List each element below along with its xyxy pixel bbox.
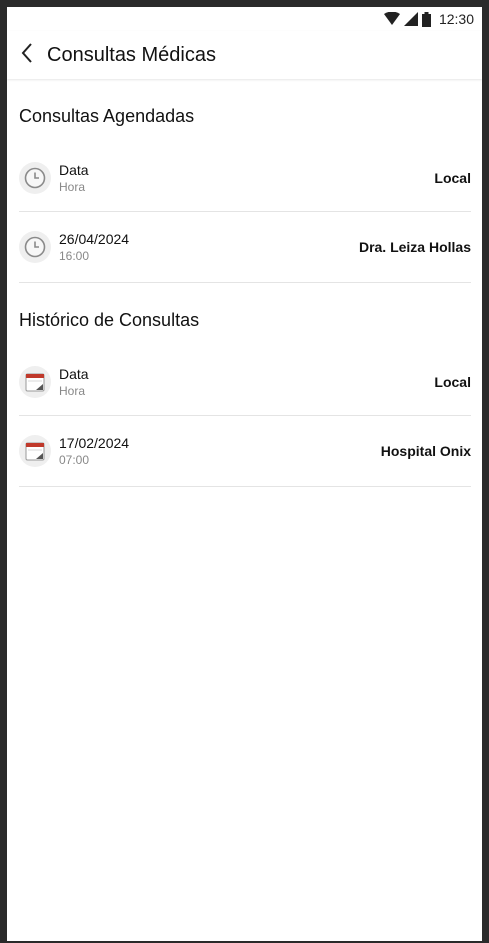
page-title: Consultas Médicas <box>47 43 216 66</box>
wifi-icon <box>383 12 400 26</box>
back-button[interactable] <box>7 31 47 79</box>
list-item-time: Hora <box>59 383 86 398</box>
status-bar: 12:30 <box>7 7 482 31</box>
phone-screen: 12:30 Consultas Médicas Consultas Agenda… <box>7 7 482 941</box>
list-item-text: Data Hora <box>59 366 434 399</box>
section-title-history: Histórico de Consultas <box>19 310 200 330</box>
main-content: Consultas Agendadas Data Hora Local 26/0… <box>7 106 482 487</box>
clock-icon <box>19 162 51 194</box>
list-item-date: 26/04/2024 <box>59 230 130 247</box>
list-item-time: 16:00 <box>59 248 90 263</box>
list-item[interactable]: 17/02/2024 07:00 Hospital Onix <box>19 416 471 487</box>
list-item-date: Data <box>59 365 89 382</box>
status-time: 12:30 <box>438 11 474 27</box>
list-item-time: 07:00 <box>59 452 90 467</box>
list-item[interactable]: Data Hora Local <box>19 145 471 212</box>
list-item-location: Dra. Leiza Hollas <box>358 239 471 255</box>
list-item-date: Data <box>59 161 89 178</box>
calendar-icon <box>19 366 51 398</box>
list-item[interactable]: 26/04/2024 16:00 Dra. Leiza Hollas <box>19 212 471 283</box>
signal-icon <box>403 12 418 26</box>
battery-icon <box>421 11 431 27</box>
list-item-location: Local <box>434 170 471 186</box>
chevron-left-icon <box>21 42 33 68</box>
list-item-text: 26/04/2024 16:00 <box>59 231 359 264</box>
list-item-location: Local <box>434 374 471 390</box>
list-item-date: 17/02/2024 <box>59 434 130 451</box>
section-title-scheduled: Consultas Agendadas <box>19 106 195 126</box>
app-bar: Consultas Médicas <box>7 31 482 79</box>
calendar-icon <box>19 435 51 467</box>
list-item-time: Hora <box>59 179 86 194</box>
list-item-text: 17/02/2024 07:00 <box>59 435 381 468</box>
list-item-text: Data Hora <box>59 162 434 195</box>
list-item-location: Hospital Onix <box>380 443 471 459</box>
list-item[interactable]: Data Hora Local <box>19 349 471 416</box>
clock-icon <box>19 231 51 263</box>
